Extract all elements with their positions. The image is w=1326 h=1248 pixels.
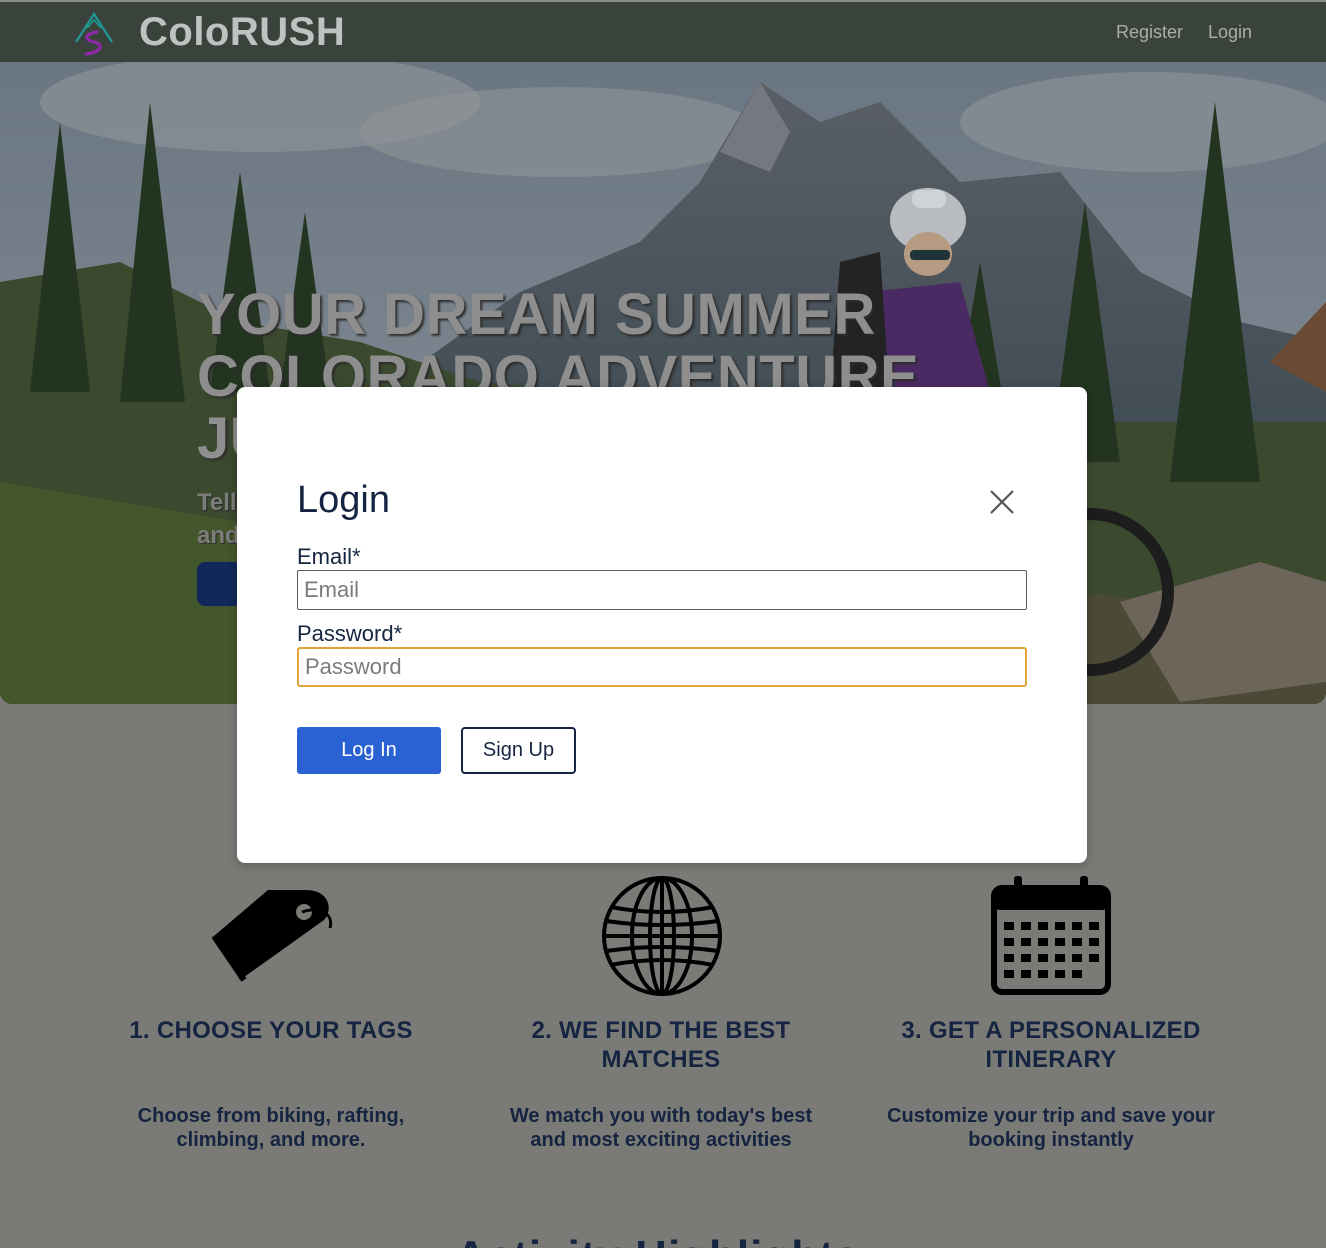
login-modal: Login Email* Password* Log In Sign Up <box>237 387 1087 863</box>
site-header: ColoRUSH Register Login <box>0 2 1326 62</box>
step-3-description: Customize your trip and save your bookin… <box>887 1105 1215 1151</box>
password-field[interactable] <box>297 647 1027 687</box>
step-1-description: Choose from biking, rafting, climbing, a… <box>137 1105 405 1151</box>
brand-name[interactable]: ColoRUSH <box>139 10 345 55</box>
modal-title: Login <box>297 479 390 521</box>
calendar-icon <box>991 876 1111 995</box>
step-1-title: 1. CHOOSE YOUR TAGS <box>129 1017 413 1044</box>
step-2-title: 2. WE FIND THE BEST MATCHES <box>531 1017 791 1073</box>
login-button[interactable]: Log In <box>297 727 441 774</box>
signup-button[interactable]: Sign Up <box>461 727 576 774</box>
email-field[interactable] <box>297 570 1027 610</box>
step-2-description: We match you with today's best and most … <box>509 1105 813 1151</box>
password-label: Password* <box>297 621 403 646</box>
close-icon[interactable] <box>988 488 1016 516</box>
email-label: Email* <box>297 544 361 569</box>
step-3-title: 3. GET A PERSONALIZED ITINERARY <box>901 1017 1201 1073</box>
nav-login-link[interactable]: Login <box>1208 22 1252 43</box>
tag-icon <box>211 890 333 982</box>
globe-icon <box>602 876 722 996</box>
mountain-logo-icon[interactable] <box>72 8 116 60</box>
activity-highlights-heading: Activity Highlights <box>455 1232 860 1248</box>
nav-register-link[interactable]: Register <box>1116 22 1183 43</box>
